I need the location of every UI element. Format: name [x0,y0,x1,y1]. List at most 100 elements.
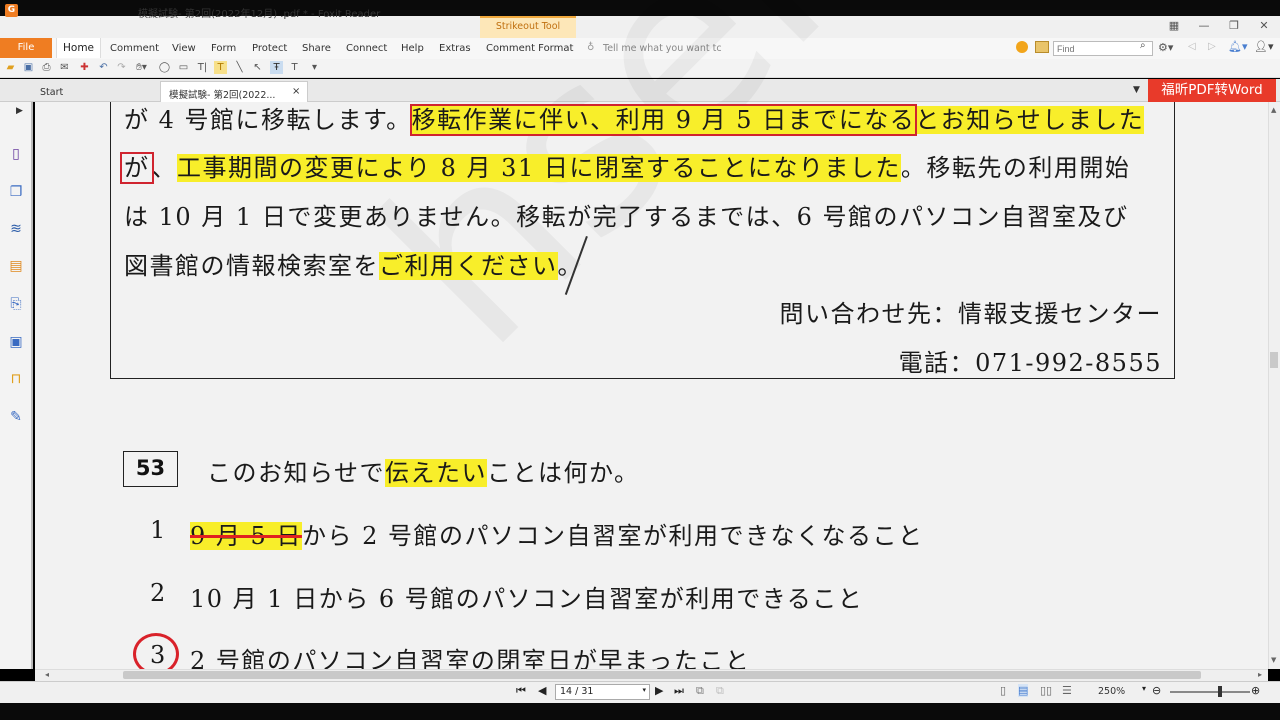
question-highlight[interactable]: 伝えたい [385,459,488,487]
email-icon[interactable]: ✉ [58,61,71,74]
page-dropdown-icon[interactable]: ▾ [642,686,646,694]
redo-icon[interactable]: ↷ [115,61,128,74]
page-number-value: 14 / 31 [560,686,594,697]
line2-comma: 、 [151,154,177,182]
find-input[interactable] [1053,41,1153,56]
contact-text: 問い合わせ先：情報支援センター [779,300,1162,328]
option-1-struck[interactable]: 9 月 5 日 [190,522,302,550]
forward-icon[interactable]: ▷ [1208,41,1216,52]
strikeout-icon[interactable]: Ŧ [270,61,283,74]
facing-pages-icon[interactable]: ▯▯ [1040,684,1052,697]
smiley-icon[interactable] [1016,41,1028,53]
open-icon[interactable]: ▰ [4,61,17,74]
option-2-number: 2 [150,579,167,607]
tell-me-search[interactable]: Tell me what you want tc [603,43,722,54]
layers-icon[interactable]: ≋ [7,220,25,238]
menu-extras[interactable]: Extras [439,43,471,54]
menu-comment[interactable]: Comment [110,43,159,54]
restore-icon[interactable]: ❐ [1226,19,1242,33]
previous-view-icon[interactable]: ⧉ [696,684,704,698]
foxit-logo-icon[interactable]: G [5,4,18,17]
underline-text-icon[interactable]: T [288,61,301,74]
lock-icon[interactable]: ⊓ [7,370,25,388]
expand-panel-icon[interactable]: ▶ [16,106,23,116]
ribbon-options-icon[interactable]: ▦ [1166,19,1182,33]
print-icon[interactable]: ⎙ [40,61,53,74]
scroll-right-icon[interactable]: ▸ [1258,670,1262,679]
search-icon[interactable]: ⌕ [1140,40,1146,51]
user-icon[interactable]: 👤︎▾ [1254,40,1274,53]
save-icon[interactable]: ▣ [22,61,35,74]
menu-home[interactable]: Home [56,38,102,58]
single-page-icon[interactable]: ▯ [1000,684,1006,697]
hand-tool-icon[interactable]: ✋︎▾ [135,61,148,74]
first-page-icon[interactable]: ⏮ [516,684,526,698]
typewriter-icon[interactable]: T| [196,61,209,74]
highlight-1[interactable]: とお知らせしました [915,106,1145,134]
next-page-icon[interactable]: ▶ [655,684,663,697]
folder-icon[interactable] [1035,41,1049,53]
previous-page-icon[interactable]: ◀ [538,684,546,697]
zoom-slider[interactable] [1170,691,1250,693]
page-number-input[interactable]: 14 / 31 ▾ [555,684,650,700]
zoom-dropdown-icon[interactable]: ▾ [1142,684,1146,693]
rectangle-tool-icon[interactable]: ▭ [177,61,190,74]
zoom-level[interactable]: 250% [1098,686,1125,697]
lightbulb-icon: ♁ [587,42,595,53]
vertical-scroll-thumb[interactable] [1270,352,1278,368]
menu-view[interactable]: View [172,43,196,54]
horizontal-scroll-thumb[interactable] [123,671,1201,679]
close-tab-icon[interactable]: × [292,86,300,97]
tab-start[interactable]: Start [30,82,160,102]
highlight-text-icon[interactable]: T [214,61,227,74]
last-page-icon[interactable]: ⏭ [674,684,684,698]
menu-share[interactable]: Share [302,43,331,54]
zoom-in-icon[interactable]: ⊕ [1251,684,1260,697]
back-icon[interactable]: ◁ [1188,41,1196,52]
tab-document[interactable]: 模擬試験- 第2回(2022... [160,81,308,102]
continuous-facing-icon[interactable]: ☰ [1062,684,1072,697]
quick-toolbar [0,59,1280,78]
zoom-slider-knob[interactable] [1218,686,1222,697]
scroll-up-icon[interactable]: ▲ [1271,106,1276,114]
menu-comment-format[interactable]: Comment Format [486,43,573,54]
boxed-highlight-1[interactable]: 移転作業に伴い、利用 9 月 5 日までになる [409,104,918,136]
oval-tool-icon[interactable]: ◯ [158,61,171,74]
undo-icon[interactable]: ↶ [97,61,110,74]
signature-icon[interactable]: ✎ [7,408,25,426]
option-1-number: 1 [150,516,167,544]
continuous-page-icon[interactable]: ▤ [1018,684,1029,697]
select-tool-icon[interactable]: ↖ [251,61,264,74]
attachments-icon[interactable]: ⎘ [7,295,25,313]
zoom-out-icon[interactable]: ⊖ [1152,684,1161,697]
settings-icon[interactable]: ⚙▾ [1158,41,1173,54]
customize-toolbar-icon[interactable]: ▾ [308,61,321,74]
scroll-down-icon[interactable]: ▼ [1271,656,1276,664]
convert-pdf-to-word-button[interactable]: 福昕PDF转Word [1148,79,1276,102]
bell-icon[interactable]: 🔔︎▾ [1228,40,1248,53]
close-window-icon[interactable]: ✕ [1256,19,1272,33]
tab-list-dropdown-icon[interactable]: ▼ [1133,85,1140,95]
boxed-ga[interactable]: が [120,152,154,184]
vertical-scrollbar[interactable] [1268,102,1280,669]
menu-connect[interactable]: Connect [346,43,387,54]
highlight-3[interactable]: ご利用ください [379,252,558,280]
line2-text: 。移転先の利用開始 [900,154,1131,182]
page-thumbnails-icon[interactable]: ❐ [7,183,25,201]
option-2-text: 10 月 1 日から 6 号館のパソコン自習室が利用できること [190,585,864,613]
highlight-2[interactable]: 工事期間の変更により 8 月 31 日に閉室することになりました [177,154,901,182]
create-icon[interactable]: ✚ [78,61,91,74]
security-panel-icon[interactable]: ▣ [7,333,25,351]
notice-line-1: が 4 号館に移転します。移転作業に伴い、利用 9 月 5 日までになるとお知ら… [124,100,1145,136]
menu-form[interactable]: Form [211,43,236,54]
strikeout-tool-context-tab[interactable]: Strikeout Tool [480,16,576,38]
next-view-icon[interactable]: ⧉ [716,684,724,698]
file-menu-button[interactable]: File [0,38,52,58]
scroll-left-icon[interactable]: ◂ [45,670,49,679]
menu-protect[interactable]: Protect [252,43,287,54]
menu-help[interactable]: Help [401,43,424,54]
line-tool-icon[interactable]: ╲ [233,61,246,74]
bookmark-icon[interactable]: ▯ [7,145,25,163]
comments-icon[interactable]: ▤ [7,257,25,275]
minimize-icon[interactable]: — [1196,19,1212,33]
